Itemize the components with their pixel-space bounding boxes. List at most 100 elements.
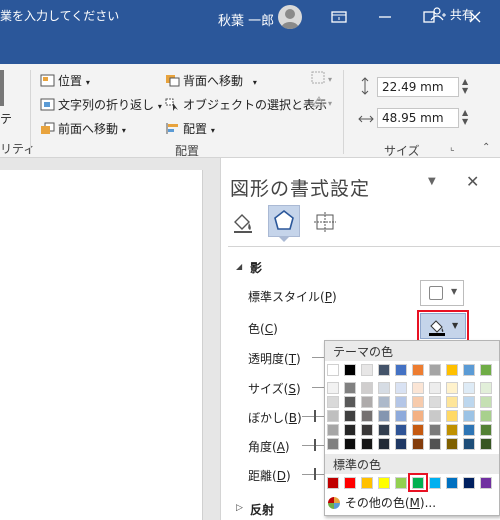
theme-color-swatch[interactable]	[412, 438, 424, 450]
theme-color-swatch[interactable]	[327, 364, 339, 376]
theme-color-swatch[interactable]	[412, 396, 424, 408]
distance-slider-thumb[interactable]	[314, 468, 316, 480]
theme-color-swatch[interactable]	[412, 382, 424, 394]
theme-color-swatch[interactable]	[463, 424, 475, 436]
theme-color-swatch[interactable]	[429, 410, 441, 422]
pane-options-icon[interactable]: ▼	[428, 176, 436, 187]
shadow-expand-icon[interactable]: ◢	[236, 262, 242, 271]
standard-color-swatch[interactable]	[446, 477, 458, 489]
theme-color-swatch[interactable]	[378, 364, 390, 376]
transparency-slider[interactable]	[312, 357, 324, 358]
theme-color-swatch[interactable]	[327, 424, 339, 436]
theme-color-swatch[interactable]	[395, 410, 407, 422]
theme-color-swatch[interactable]	[344, 364, 356, 376]
shadow-section-label[interactable]: 影	[250, 259, 262, 276]
minimize-icon[interactable]	[376, 8, 394, 26]
theme-color-swatch[interactable]	[378, 438, 390, 450]
shadow-color-button[interactable]: ▼	[420, 313, 466, 339]
theme-color-swatch[interactable]	[480, 396, 492, 408]
width-input[interactable]: 48.95 mm	[377, 108, 459, 128]
size-dialog-launcher-icon[interactable]: ⌞	[450, 142, 455, 153]
effects-tab-icon[interactable]	[268, 205, 300, 237]
theme-color-swatch[interactable]	[378, 410, 390, 422]
theme-color-swatch[interactable]	[344, 424, 356, 436]
width-spinner[interactable]: ▲ ▼	[462, 108, 468, 126]
theme-color-swatch[interactable]	[344, 382, 356, 394]
standard-color-swatch[interactable]	[463, 477, 475, 489]
theme-color-swatch[interactable]	[412, 410, 424, 422]
standard-color-swatch[interactable]	[480, 477, 492, 489]
theme-color-swatch[interactable]	[361, 410, 373, 422]
theme-color-swatch[interactable]	[446, 438, 458, 450]
align-button[interactable]: 配置 ▾	[165, 120, 215, 137]
theme-color-swatch[interactable]	[361, 424, 373, 436]
theme-color-swatch[interactable]	[446, 410, 458, 422]
theme-color-swatch[interactable]	[463, 364, 475, 376]
theme-color-swatch[interactable]	[446, 424, 458, 436]
size-slider[interactable]	[312, 387, 324, 388]
angle-slider[interactable]	[302, 445, 324, 446]
theme-color-swatch[interactable]	[429, 396, 441, 408]
theme-color-swatch[interactable]	[480, 364, 492, 376]
theme-color-swatch[interactable]	[480, 382, 492, 394]
theme-color-swatch[interactable]	[429, 364, 441, 376]
send-backward-button[interactable]: 背面へ移動 ▾	[165, 72, 257, 89]
theme-color-swatch[interactable]	[395, 382, 407, 394]
theme-color-swatch[interactable]	[480, 424, 492, 436]
theme-color-swatch[interactable]	[378, 424, 390, 436]
pane-close-icon[interactable]: ✕	[466, 172, 479, 191]
theme-color-swatch[interactable]	[395, 364, 407, 376]
blur-slider-thumb[interactable]	[314, 410, 316, 422]
standard-color-swatch[interactable]	[344, 477, 356, 489]
standard-color-swatch[interactable]	[378, 477, 390, 489]
preset-dropdown[interactable]: ▼	[420, 280, 464, 306]
reflection-expand-icon[interactable]: ▷	[236, 503, 243, 513]
standard-color-swatch[interactable]	[429, 477, 441, 489]
position-button[interactable]: 位置 ▾	[40, 72, 90, 89]
standard-color-swatch[interactable]	[327, 477, 339, 489]
bring-forward-button[interactable]: 前面へ移動 ▾	[40, 120, 126, 137]
standard-color-swatch[interactable]	[395, 477, 407, 489]
user-name[interactable]: 秋葉 一郎	[218, 10, 274, 29]
distance-slider[interactable]	[302, 474, 324, 475]
theme-color-swatch[interactable]	[344, 438, 356, 450]
group-objects-icon[interactable]: ▾	[310, 70, 338, 89]
theme-color-swatch[interactable]	[361, 364, 373, 376]
theme-color-swatch[interactable]	[344, 410, 356, 422]
theme-color-swatch[interactable]	[361, 438, 373, 450]
theme-color-swatch[interactable]	[327, 438, 339, 450]
size-properties-icon[interactable]	[312, 210, 338, 237]
wrap-text-button[interactable]: 文字列の折り返し ▾	[40, 96, 162, 113]
theme-color-swatch[interactable]	[463, 396, 475, 408]
avatar[interactable]	[278, 5, 302, 29]
ribbon-display-options-icon[interactable]	[330, 8, 348, 26]
theme-color-swatch[interactable]	[429, 382, 441, 394]
theme-color-swatch[interactable]	[446, 364, 458, 376]
share-button[interactable]: 共有	[430, 6, 474, 23]
more-colors-option[interactable]: その他の色(M)...	[327, 494, 436, 511]
theme-color-swatch[interactable]	[412, 424, 424, 436]
theme-color-swatch[interactable]	[463, 382, 475, 394]
cut-button-edge[interactable]	[0, 70, 4, 106]
theme-color-swatch[interactable]	[463, 438, 475, 450]
theme-color-swatch[interactable]	[327, 382, 339, 394]
theme-color-swatch[interactable]	[344, 396, 356, 408]
height-spinner[interactable]: ▲ ▼	[462, 77, 468, 95]
fill-line-icon[interactable]	[230, 210, 256, 237]
reflection-section-label[interactable]: 反射	[250, 501, 274, 518]
theme-color-swatch[interactable]	[480, 438, 492, 450]
theme-color-swatch[interactable]	[327, 396, 339, 408]
theme-color-swatch[interactable]	[480, 410, 492, 422]
theme-color-swatch[interactable]	[378, 396, 390, 408]
theme-color-swatch[interactable]	[446, 396, 458, 408]
theme-color-swatch[interactable]	[463, 410, 475, 422]
theme-color-swatch[interactable]	[327, 410, 339, 422]
theme-color-swatch[interactable]	[412, 364, 424, 376]
theme-color-swatch[interactable]	[429, 438, 441, 450]
rotate-icon[interactable]: ▾	[310, 94, 338, 113]
tell-me-input[interactable]: 業を入力してください	[0, 7, 119, 24]
theme-color-swatch[interactable]	[395, 438, 407, 450]
theme-color-swatch[interactable]	[361, 396, 373, 408]
standard-color-swatch[interactable]	[361, 477, 373, 489]
height-input[interactable]: 22.49 mm	[377, 77, 459, 97]
